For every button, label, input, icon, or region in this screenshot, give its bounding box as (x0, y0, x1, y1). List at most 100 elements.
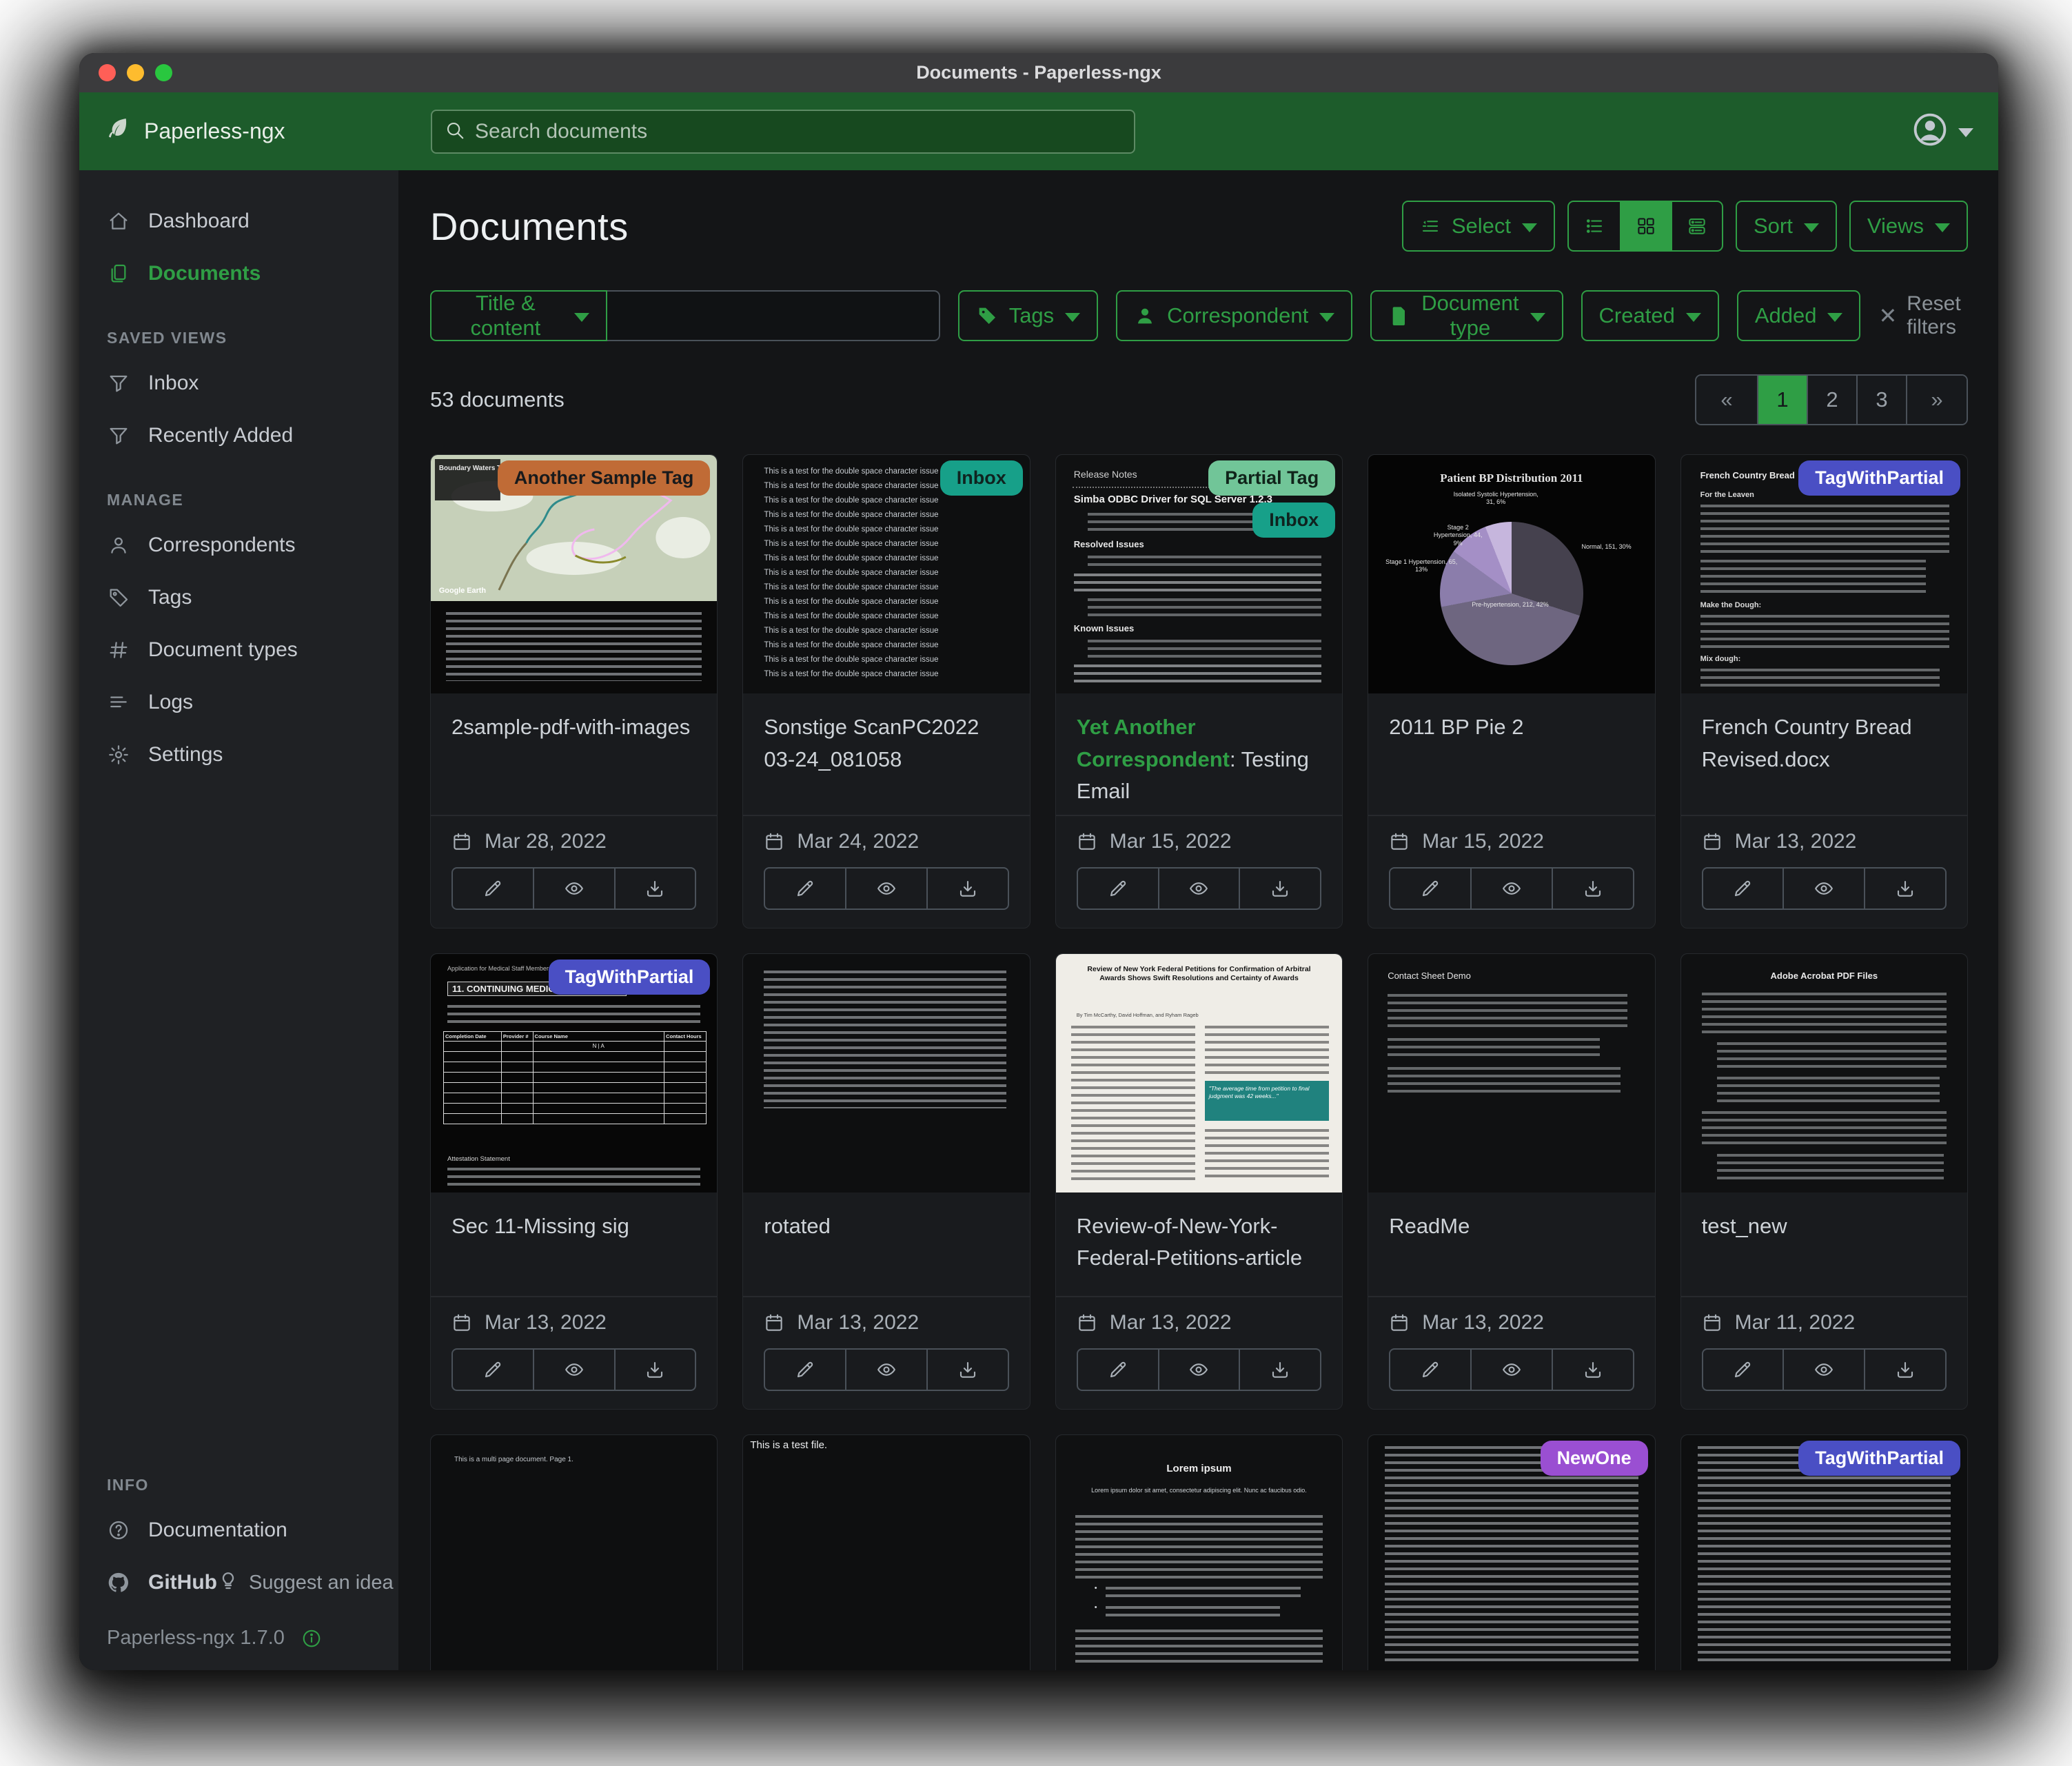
filter-field-dropdown[interactable]: Title & content (430, 290, 607, 341)
view-document-button[interactable] (845, 1348, 928, 1391)
document-thumbnail[interactable]: TagWithPartial (1681, 1435, 1967, 1671)
download-document-button[interactable] (1552, 867, 1634, 910)
document-title[interactable]: French Country Bread Revised.docx (1681, 693, 1967, 797)
view-document-button[interactable] (1782, 1348, 1865, 1391)
tag-badge[interactable]: Another Sample Tag (498, 460, 711, 496)
reset-filters-button[interactable]: ✕ Reset filters (1878, 292, 1968, 339)
document-thumbnail[interactable]: Contact Sheet Demo (1368, 954, 1654, 1192)
pagination-page-1[interactable]: 1 (1757, 376, 1807, 424)
document-title[interactable]: 2011 BP Pie 2 (1368, 693, 1654, 797)
brand[interactable]: Paperless-ngx (104, 115, 285, 148)
document-thumbnail[interactable]: This is a test file. (743, 1435, 1029, 1671)
document-title[interactable]: Review-of-New-York-Federal-Petitions-art… (1056, 1192, 1342, 1296)
tag-badge[interactable]: TagWithPartial (549, 960, 711, 995)
document-thumbnail[interactable]: French Country BreadFor the LeavenMake t… (1681, 455, 1967, 693)
download-document-button[interactable] (1864, 867, 1947, 910)
edit-document-button[interactable] (451, 1348, 534, 1391)
sort-dropdown-button[interactable]: Sort (1736, 201, 1837, 252)
view-document-button[interactable] (533, 867, 616, 910)
document-thumbnail[interactable]: Adobe Acrobat PDF Files (1681, 954, 1967, 1192)
edit-document-button[interactable] (1702, 1348, 1785, 1391)
document-correspondent[interactable]: Yet Another Correspondent (1077, 715, 1230, 771)
edit-document-button[interactable] (1389, 867, 1472, 910)
sidebar-item-inbox[interactable]: Inbox (79, 357, 398, 409)
close-window-button[interactable] (99, 64, 116, 81)
sidebar-item-logs[interactable]: Logs (79, 676, 398, 729)
view-document-button[interactable] (1782, 867, 1865, 910)
added-filter-button[interactable]: Added (1737, 290, 1861, 341)
view-document-button[interactable] (1158, 867, 1241, 910)
edit-document-button[interactable] (764, 1348, 846, 1391)
user-menu[interactable] (1911, 92, 1973, 170)
view-document-button[interactable] (1158, 1348, 1241, 1391)
view-document-button[interactable] (1470, 867, 1553, 910)
download-document-button[interactable] (926, 1348, 1009, 1391)
document-title[interactable]: ReadMe (1368, 1192, 1654, 1296)
search-input[interactable] (475, 120, 1121, 143)
select-dropdown-button[interactable]: Select (1402, 201, 1555, 252)
sidebar-item-tags[interactable]: Tags (79, 571, 398, 624)
pagination-next[interactable]: » (1906, 376, 1967, 424)
tag-badge[interactable]: Inbox (940, 460, 1023, 496)
download-document-button[interactable] (926, 867, 1009, 910)
tag-badge[interactable]: Inbox (1252, 503, 1335, 538)
sidebar-item-dashboard[interactable]: Dashboard (79, 195, 398, 247)
pagination-page-3[interactable]: 3 (1856, 376, 1906, 424)
document-title[interactable]: Yet Another Correspondent: Testing Email (1056, 693, 1342, 815)
download-document-button[interactable] (1239, 1348, 1321, 1391)
document-title[interactable]: rotated (743, 1192, 1029, 1296)
sidebar-item-correspondents[interactable]: Correspondents (79, 519, 398, 571)
sidebar-item-recently-added[interactable]: Recently Added (79, 409, 398, 462)
zoom-window-button[interactable] (155, 64, 172, 81)
document-thumbnail[interactable]: NewOne (1368, 1435, 1654, 1671)
document-type-filter-button[interactable]: Document type (1370, 290, 1563, 341)
sidebar-item-settings[interactable]: Settings (79, 729, 398, 781)
document-title[interactable]: test_new (1681, 1192, 1967, 1296)
views-dropdown-button[interactable]: Views (1849, 201, 1968, 252)
document-thumbnail[interactable]: Boundary Waters Trip Google EarthAnother… (431, 455, 717, 693)
tag-badge[interactable]: Partial Tag (1208, 460, 1335, 496)
edit-document-button[interactable] (1389, 1348, 1472, 1391)
document-title[interactable]: 2sample-pdf-with-images (431, 693, 717, 797)
tag-badge[interactable]: TagWithPartial (1798, 1441, 1960, 1476)
document-title[interactable]: Sec 11-Missing sig (431, 1192, 717, 1296)
created-filter-button[interactable]: Created (1581, 290, 1719, 341)
document-thumbnail[interactable] (743, 954, 1029, 1192)
tag-badge[interactable]: NewOne (1541, 1441, 1648, 1476)
edit-document-button[interactable] (1702, 867, 1785, 910)
document-thumbnail[interactable]: Review of New York Federal Petitions for… (1056, 954, 1342, 1192)
edit-document-button[interactable] (1077, 867, 1159, 910)
document-thumbnail[interactable]: Patient BP Distribution 2011Normal, 151,… (1368, 455, 1654, 693)
download-document-button[interactable] (614, 867, 697, 910)
download-document-button[interactable] (1864, 1348, 1947, 1391)
info-circle-icon[interactable] (301, 1628, 322, 1649)
document-title[interactable]: Sonstige ScanPC2022 03-24_081058 (743, 693, 1029, 797)
edit-document-button[interactable] (764, 867, 846, 910)
filter-text-input[interactable] (607, 290, 940, 341)
sidebar-item-document-types[interactable]: Document types (79, 624, 398, 676)
view-document-button[interactable] (845, 867, 928, 910)
minimize-window-button[interactable] (127, 64, 144, 81)
sidebar-item-documentation[interactable]: Documentation (79, 1504, 398, 1556)
download-document-button[interactable] (1239, 867, 1321, 910)
document-thumbnail[interactable]: Lorem ipsumLorem ipsum dolor sit amet, c… (1056, 1435, 1342, 1671)
sidebar-item-github[interactable]: GitHub (79, 1556, 217, 1609)
download-document-button[interactable] (614, 1348, 697, 1391)
correspondent-filter-button[interactable]: Correspondent (1116, 290, 1352, 341)
document-thumbnail[interactable]: This is a test for the double space char… (743, 455, 1029, 693)
pagination-prev[interactable]: « (1696, 376, 1757, 424)
suggest-idea-link[interactable]: Suggest an idea (217, 1569, 394, 1596)
tag-badge[interactable]: TagWithPartial (1798, 460, 1960, 496)
document-thumbnail[interactable]: This is a multi page document. Page 1. (431, 1435, 717, 1671)
list-view-button[interactable] (1569, 202, 1620, 250)
download-document-button[interactable] (1552, 1348, 1634, 1391)
document-thumbnail[interactable]: Release NotesSimba ODBC Driver for SQL S… (1056, 455, 1342, 693)
detail-view-button[interactable] (1671, 202, 1722, 250)
sidebar-item-documents[interactable]: Documents (79, 247, 398, 300)
tags-filter-button[interactable]: Tags (958, 290, 1098, 341)
edit-document-button[interactable] (1077, 1348, 1159, 1391)
edit-document-button[interactable] (451, 867, 534, 910)
pagination-page-2[interactable]: 2 (1807, 376, 1856, 424)
view-document-button[interactable] (533, 1348, 616, 1391)
view-document-button[interactable] (1470, 1348, 1553, 1391)
